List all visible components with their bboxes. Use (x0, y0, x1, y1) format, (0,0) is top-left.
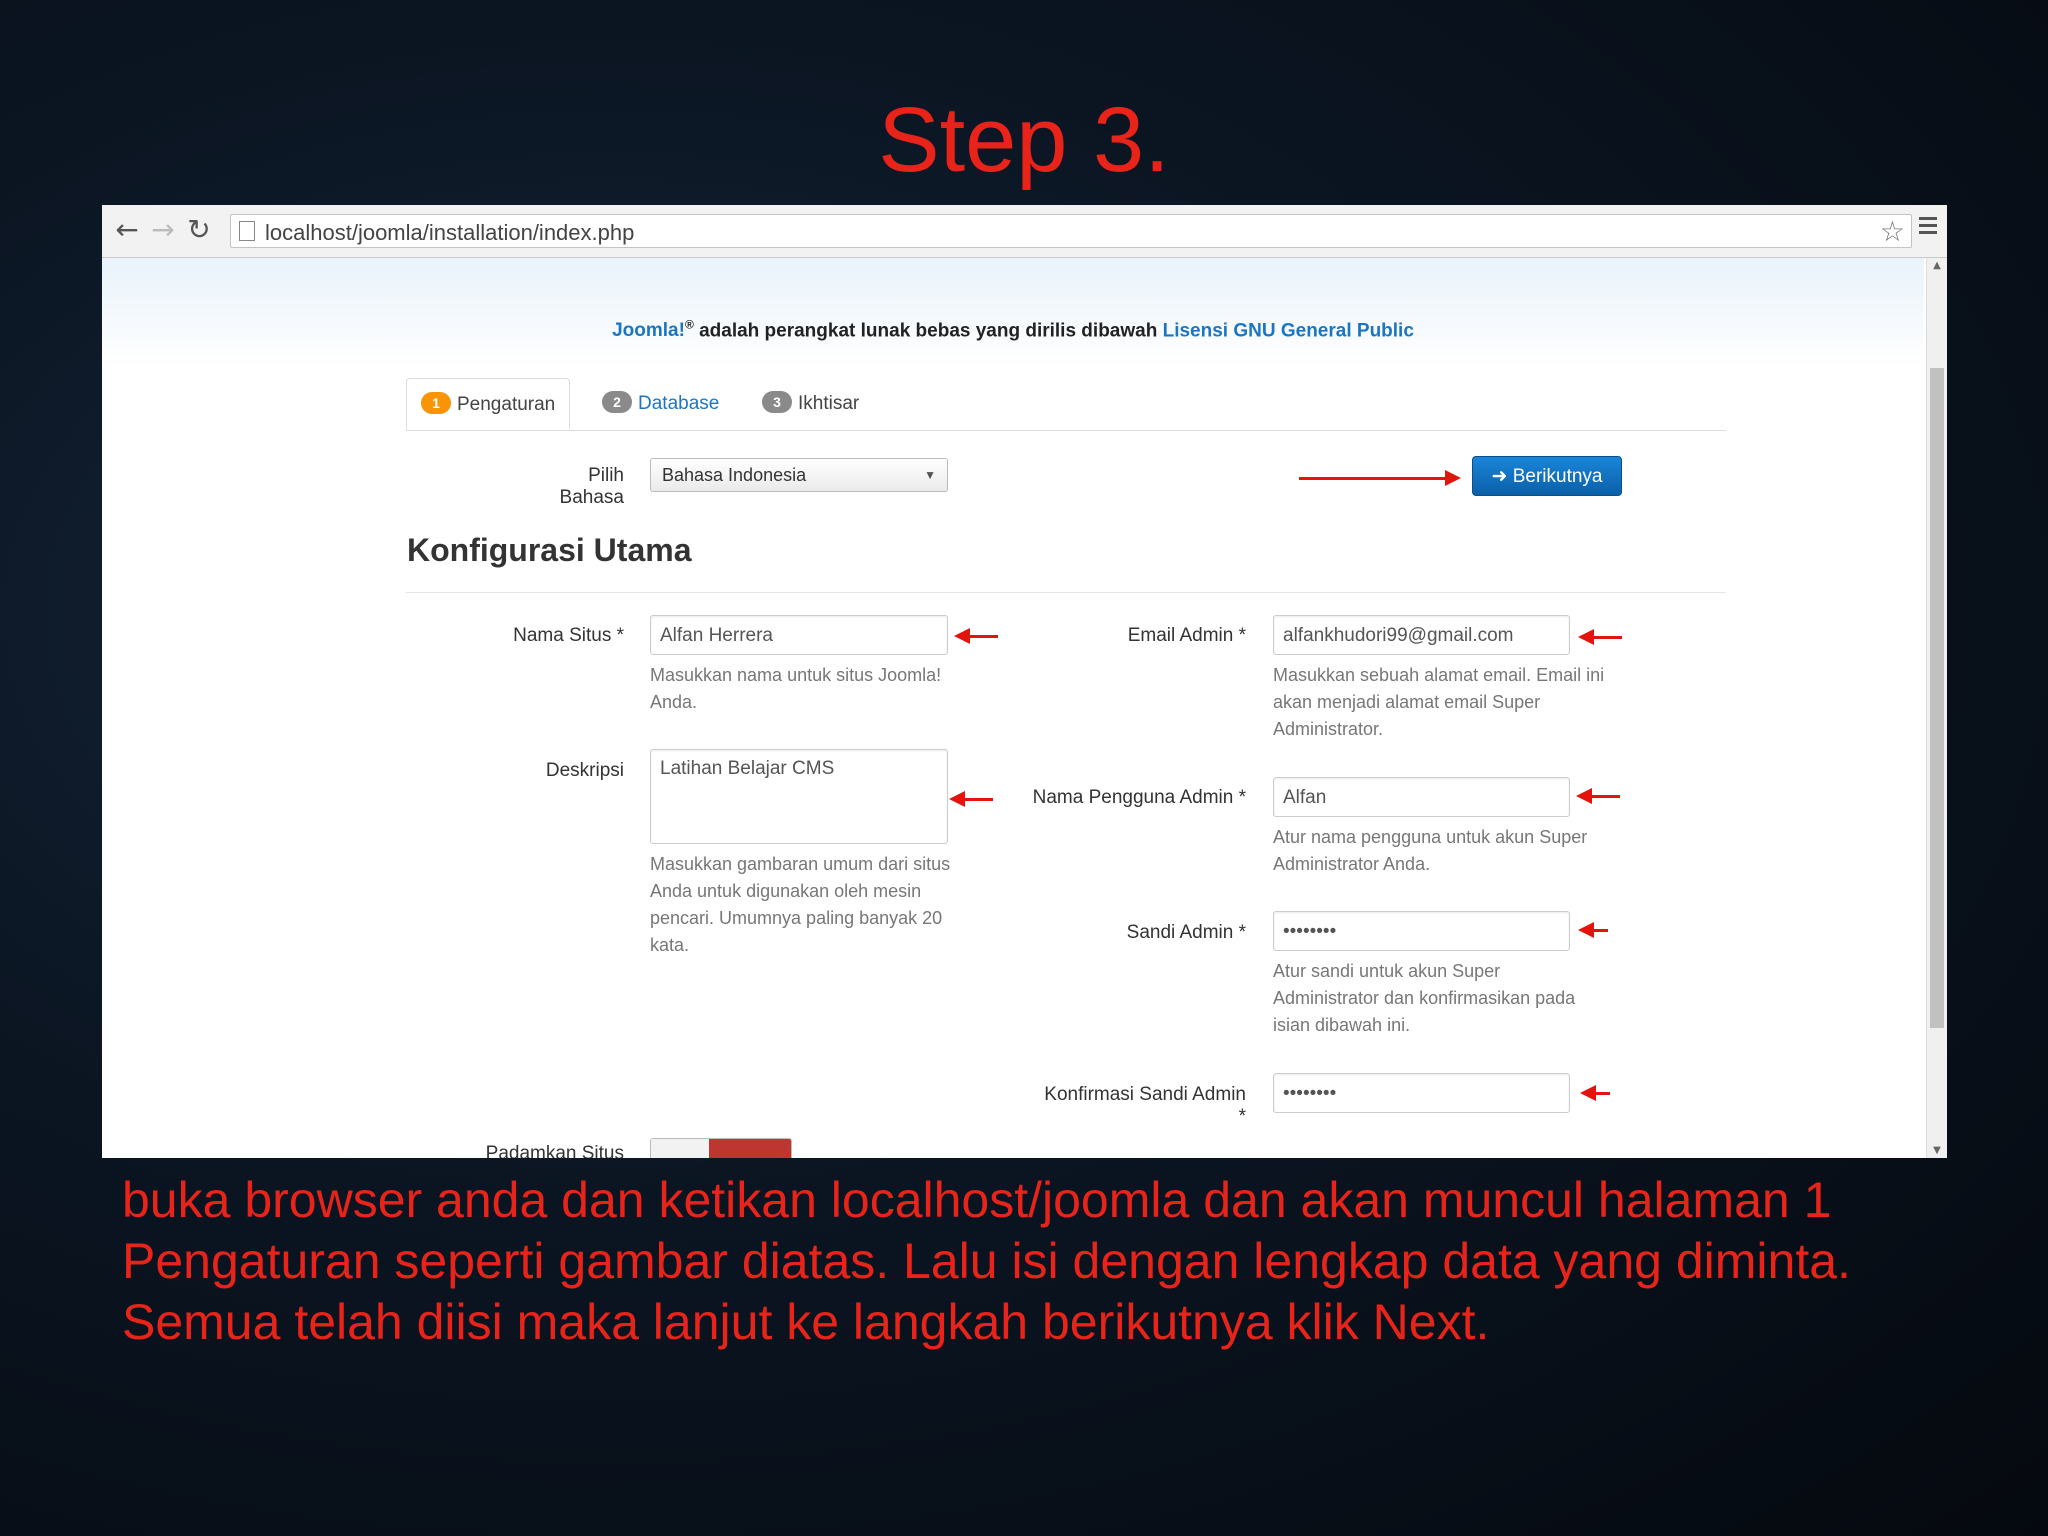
site-name-input[interactable]: Alfan Herrera (650, 615, 948, 655)
offline-label: Padamkan Situs (485, 1143, 624, 1158)
admin-password-label: Sandi Admin * (1126, 922, 1246, 943)
offline-toggle[interactable] (650, 1138, 792, 1158)
slide-caption: buka browser anda dan ketikan localhost/… (122, 1172, 1851, 1350)
annotation-arrow-site-name (954, 628, 998, 644)
confirm-password-label: Konfirmasi Sandi Admin * (1044, 1084, 1246, 1127)
browser-window: ← → ↻ localhost/joomla/installation/inde… (102, 205, 1947, 1158)
tab-ikhtisar[interactable]: 3 Ikhtisar (748, 378, 873, 428)
section-title: Konfigurasi Utama (407, 532, 692, 568)
admin-email-label: Email Admin * (1127, 625, 1246, 646)
language-label: Pilih Bahasa (559, 465, 624, 508)
reload-icon[interactable]: ↻ (184, 215, 214, 245)
install-steps-tabs: 1 Pengaturan 2 Database 3 Ikhtisar (406, 378, 1726, 431)
scroll-up-arrow-icon[interactable]: ▲ (1927, 260, 1947, 271)
annotation-arrow-email (1578, 629, 1622, 645)
admin-password-input[interactable]: •••••••• (1273, 911, 1570, 951)
admin-username-input[interactable]: Alfan (1273, 777, 1570, 817)
tab-pengaturan[interactable]: 1 Pengaturan (406, 378, 571, 430)
description-textarea[interactable]: Latihan Belajar CMS (650, 749, 948, 844)
scrollbar[interactable]: ▲ ▼ (1926, 258, 1947, 1158)
menu-icon[interactable] (1919, 217, 1937, 235)
language-select[interactable]: Bahasa Indonesia ▼ (650, 458, 948, 492)
url-text: localhost/joomla/installation/index.php (265, 220, 635, 245)
page-icon (239, 221, 255, 241)
offline-yes-option[interactable] (651, 1139, 709, 1158)
annotation-arrow-confirm (1580, 1085, 1610, 1101)
bookmark-star-icon[interactable]: ☆ (1880, 215, 1905, 248)
annotation-arrow-username (1576, 788, 1620, 804)
license-link[interactable]: Lisensi GNU General Public (1163, 320, 1414, 341)
confirm-password-input[interactable]: •••••••• (1273, 1073, 1570, 1113)
description-label: Deskripsi (545, 760, 624, 781)
annotation-arrow-next (1299, 470, 1461, 486)
annotation-arrow-description (949, 791, 993, 807)
admin-username-label: Nama Pengguna Admin * (1032, 787, 1246, 808)
forward-arrow-icon[interactable]: → (148, 215, 178, 245)
offline-no-option[interactable] (709, 1139, 791, 1158)
admin-password-help: Atur sandi untuk akun Super Administrator… (1273, 961, 1576, 1035)
admin-email-help: Masukkan sebuah alamat email. Email ini a… (1273, 665, 1605, 739)
address-bar[interactable]: localhost/joomla/installation/index.php … (230, 214, 1912, 248)
admin-email-input[interactable]: alfankhudori99@gmail.com (1273, 615, 1570, 655)
site-name-help: Masukkan nama untuk situs Joomla! Anda. (650, 665, 942, 712)
site-name-label: Nama Situs * (513, 625, 624, 646)
back-arrow-icon[interactable]: ← (112, 215, 142, 245)
chevron-down-icon: ▼ (924, 468, 936, 482)
joomla-link[interactable]: Joomla!® (612, 318, 694, 341)
next-button[interactable]: ➜ Berikutnya (1472, 456, 1622, 496)
slide-title: Step 3. (878, 89, 1170, 191)
divider (406, 592, 1726, 593)
scroll-down-arrow-icon[interactable]: ▼ (1927, 1145, 1947, 1156)
browser-toolbar: ← → ↻ localhost/joomla/installation/inde… (102, 205, 1947, 258)
annotation-arrow-password (1578, 922, 1608, 938)
description-help: Masukkan gambaran umum dari situs Anda un… (650, 854, 951, 955)
license-notice: Joomla!® adalah perangkat lunak bebas ya… (612, 318, 1414, 342)
tab-database[interactable]: 2 Database (588, 378, 733, 428)
scroll-thumb[interactable] (1930, 368, 1944, 1028)
installer-page: Joomla!® adalah perangkat lunak bebas ya… (102, 258, 1924, 1158)
admin-username-help: Atur nama pengguna untuk akun Super Admin… (1273, 827, 1588, 874)
